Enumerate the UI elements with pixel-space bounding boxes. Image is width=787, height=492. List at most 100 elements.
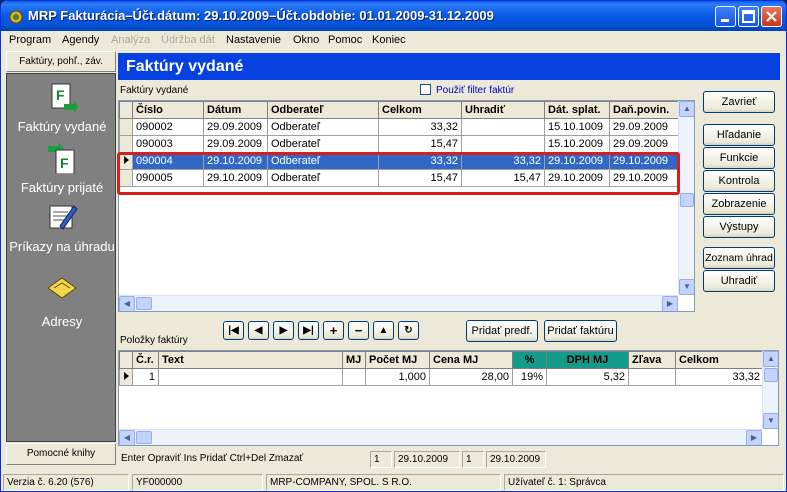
column-header[interactable]: Celkom	[378, 101, 462, 119]
column-header[interactable]: Celkom	[675, 351, 764, 369]
check-button[interactable]: Kontrola	[703, 170, 775, 192]
scroll-down-icon[interactable]: ▼	[763, 413, 778, 429]
scroll-up-icon[interactable]: ▲	[763, 351, 778, 367]
search-button[interactable]: Hľadanie	[703, 124, 775, 146]
display-button[interactable]: Zobrazenie	[703, 193, 775, 215]
column-header[interactable]: Číslo	[132, 101, 204, 119]
cell[interactable]	[628, 368, 676, 386]
cell[interactable]: 28,00	[429, 368, 513, 386]
add-predefined-button[interactable]: Pridať predf.	[466, 320, 538, 342]
payment-order-icon[interactable]	[46, 200, 78, 232]
column-header[interactable]: %	[512, 351, 547, 369]
cell[interactable]: 090002	[132, 118, 204, 136]
column-header[interactable]: Odberateľ	[267, 101, 379, 119]
cell[interactable]: 19%	[512, 368, 547, 386]
scroll-thumb[interactable]	[136, 297, 152, 310]
menu-koniec[interactable]: Koniec	[372, 34, 406, 46]
cell[interactable]: 33,32	[378, 118, 462, 136]
column-header[interactable]: Počet MJ	[365, 351, 430, 369]
table-row[interactable]: 090002 29.09.2009 Odberateľ 33,32 15.10.…	[119, 118, 680, 136]
maximize-button[interactable]	[738, 6, 759, 27]
menu-agendy[interactable]: Agendy	[62, 34, 99, 46]
column-header[interactable]: Zľava	[628, 351, 676, 369]
column-header[interactable]: Uhradiť	[461, 101, 545, 119]
cell[interactable]: 1,000	[365, 368, 430, 386]
outputs-button[interactable]: Výstupy	[703, 216, 775, 238]
cell[interactable]: 090003	[132, 135, 204, 153]
cell[interactable]	[461, 118, 545, 136]
sidebar-header[interactable]: Faktúry, pohľ., záv.	[6, 51, 116, 72]
menu-program[interactable]: Program	[9, 34, 51, 46]
cell[interactable]: 29.09.2009	[203, 135, 268, 153]
cell[interactable]: Odberateľ	[267, 118, 379, 136]
scroll-thumb[interactable]	[764, 368, 778, 382]
scroll-right-icon[interactable]: ▶	[746, 430, 762, 445]
scroll-left-icon[interactable]: ◀	[119, 430, 135, 445]
menu-pomoc[interactable]: Pomoc	[328, 34, 362, 46]
pay-button[interactable]: Uhradiť	[703, 270, 775, 292]
cell[interactable]	[461, 135, 545, 153]
close-button[interactable]	[761, 6, 782, 27]
filter-checkbox-box[interactable]	[420, 84, 431, 95]
nav-prior-button[interactable]: ◀	[248, 321, 269, 340]
column-header[interactable]: Text	[158, 351, 343, 369]
cell[interactable]: 15,47	[378, 135, 462, 153]
table-row[interactable]: 090003 29.09.2009 Odberateľ 15,47 15.10.…	[119, 135, 680, 153]
payments-list-button[interactable]: Zoznam úhrad	[703, 247, 775, 269]
scroll-right-icon[interactable]: ▶	[662, 296, 678, 311]
column-header[interactable]: Dát. splat.	[544, 101, 610, 119]
filter-checkbox[interactable]: Použiť filter faktúr	[420, 84, 514, 96]
invoice-issued-icon[interactable]: F	[46, 82, 78, 114]
address-book-icon[interactable]	[46, 272, 78, 304]
column-header[interactable]: Daň.povin.	[609, 101, 680, 119]
menu-udrzba-dat[interactable]: Údržba dát	[161, 34, 215, 46]
cell[interactable]: 1	[132, 368, 159, 386]
invoices-horizontal-scrollbar[interactable]: ◀ ▶	[119, 295, 678, 311]
close-form-button[interactable]: Zavrieť	[703, 91, 775, 113]
table-row[interactable]: 1 1,000 28,00 19% 5,32 33,32	[119, 368, 764, 386]
cell[interactable]: 15.10.2009	[544, 135, 610, 153]
nav-edit-button[interactable]: ▲	[373, 321, 394, 340]
invoices-vertical-scrollbar[interactable]: ▲ ▼	[678, 101, 694, 295]
items-vertical-scrollbar[interactable]: ▲ ▼	[762, 351, 778, 429]
sidebar-item-faktury-vydane[interactable]: Faktúry vydané	[7, 119, 117, 135]
column-header[interactable]: MJ	[342, 351, 366, 369]
menu-analyza[interactable]: Analýza	[111, 34, 150, 46]
sidebar-item-prikazy-na-uhradu[interactable]: Príkazy na úhradu	[7, 239, 117, 255]
invoices-grid[interactable]: Číslo Dátum Odberateľ Celkom Uhradiť Dát…	[118, 100, 695, 312]
cell[interactable]: 33,32	[675, 368, 764, 386]
cell[interactable]	[158, 368, 343, 386]
nav-insert-button[interactable]: +	[323, 321, 344, 340]
scroll-down-icon[interactable]: ▼	[679, 279, 694, 295]
nav-refresh-button[interactable]: ↻	[398, 321, 419, 340]
functions-button[interactable]: Funkcie	[703, 147, 775, 169]
cell[interactable]: 29.09.2009	[609, 135, 680, 153]
sidebar-item-faktury-prijate[interactable]: Faktúry prijaté	[7, 180, 117, 196]
menu-okno[interactable]: Okno	[293, 34, 319, 46]
nav-delete-button[interactable]: −	[348, 321, 369, 340]
title-bar[interactable]: MRP Fakturácia–Účt.dátum: 29.10.2009–Účt…	[1, 1, 786, 31]
nav-next-button[interactable]: ▶	[273, 321, 294, 340]
items-grid[interactable]: Č.r. Text MJ Počet MJ Cena MJ % DPH MJ Z…	[118, 350, 779, 446]
sidebar-item-adresy[interactable]: Adresy	[7, 314, 117, 330]
cell[interactable]: 5,32	[546, 368, 629, 386]
invoice-received-icon[interactable]: F	[46, 142, 78, 174]
cell[interactable]	[342, 368, 366, 386]
column-header[interactable]: Č.r.	[132, 351, 159, 369]
column-header[interactable]: Dátum	[203, 101, 268, 119]
column-header[interactable]: Cena MJ	[429, 351, 513, 369]
minimize-button[interactable]	[715, 6, 736, 27]
cell[interactable]: 29.09.2009	[609, 118, 680, 136]
cell[interactable]: 29.09.2009	[203, 118, 268, 136]
nav-last-button[interactable]: ▶|	[298, 321, 319, 340]
cell[interactable]: 15.10.1009	[544, 118, 610, 136]
column-header[interactable]: DPH MJ	[546, 351, 629, 369]
menu-nastavenie[interactable]: Nastavenie	[226, 34, 281, 46]
scroll-up-icon[interactable]: ▲	[679, 101, 694, 117]
scroll-thumb[interactable]	[136, 431, 152, 444]
scroll-left-icon[interactable]: ◀	[119, 296, 135, 311]
add-invoice-button[interactable]: Pridať faktúru	[544, 320, 617, 342]
items-horizontal-scrollbar[interactable]: ◀ ▶	[119, 429, 762, 445]
scroll-thumb[interactable]	[680, 193, 694, 207]
sidebar-footer-button[interactable]: Pomocné knihy	[6, 443, 116, 465]
